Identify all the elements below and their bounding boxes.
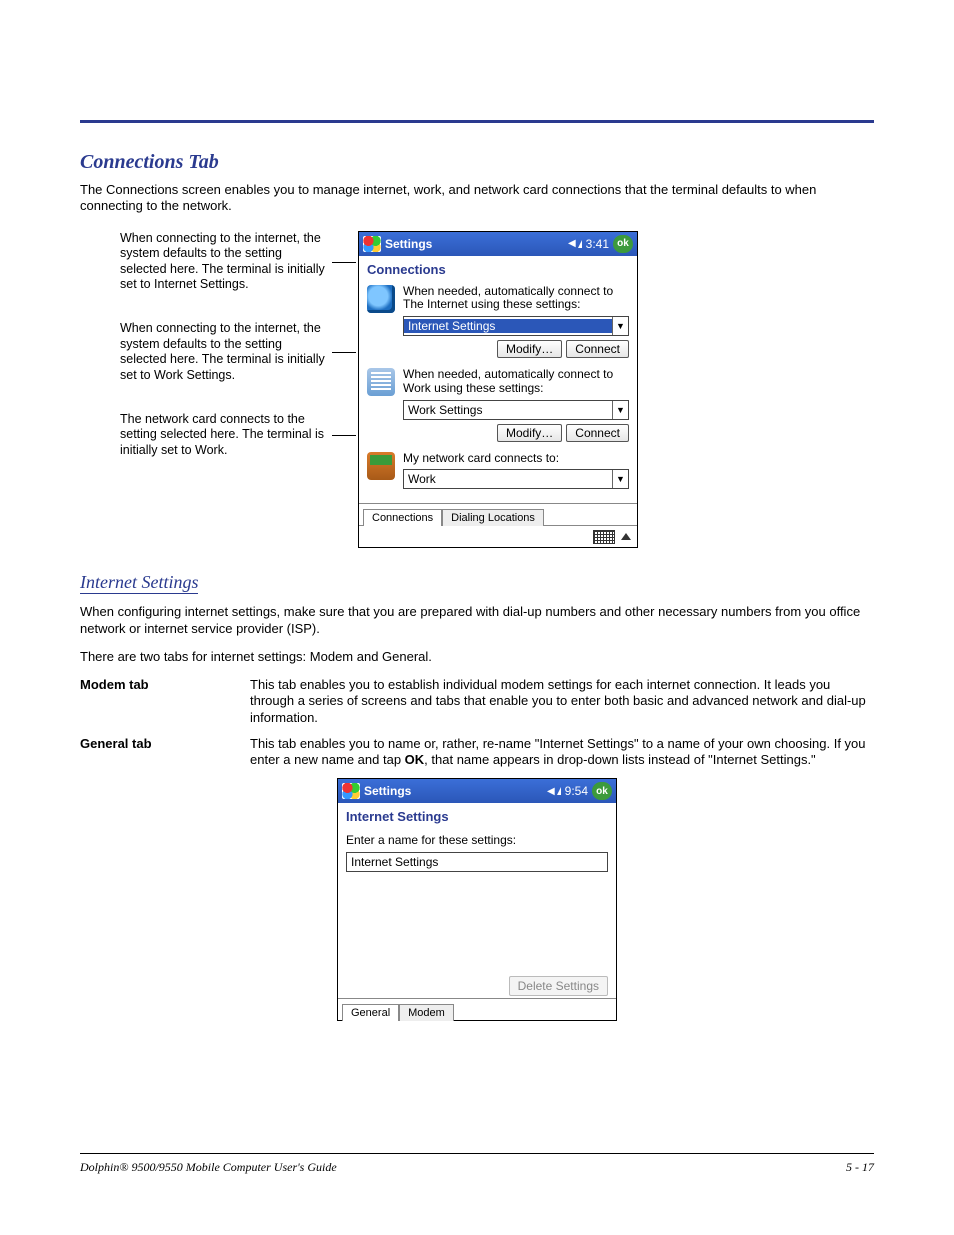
settings-name-input[interactable]: Internet Settings — [346, 852, 608, 872]
general-tab-term: General tab — [80, 736, 250, 769]
internet-dropdown[interactable]: Internet Settings ▼ — [403, 316, 629, 336]
connections-screenshot: Settings 3:41 ok Connections When needed… — [358, 231, 638, 549]
clock: 9:54 — [565, 784, 588, 798]
subsection-heading: Internet Settings — [80, 572, 198, 594]
internet-modify-button[interactable]: Modify… — [497, 340, 562, 358]
section-heading: Connections Tab — [80, 151, 874, 174]
page-number: 5 - 17 — [846, 1160, 874, 1175]
start-flag-icon[interactable] — [363, 236, 381, 252]
screen-title: Connections — [359, 256, 637, 281]
footer-title: Dolphin® 9500/9550 Mobile Computer User'… — [80, 1160, 337, 1175]
chevron-down-icon[interactable]: ▼ — [612, 401, 628, 419]
internet-settings-screenshot: Settings 9:54 ok Internet Settings Enter… — [337, 778, 617, 1021]
ok-button[interactable]: ok — [613, 235, 633, 253]
settings-name-value: Internet Settings — [351, 855, 438, 869]
start-flag-icon[interactable] — [342, 783, 360, 799]
work-modify-button[interactable]: Modify… — [497, 424, 562, 442]
work-label: When needed, automatically connect to Wo… — [403, 368, 629, 396]
work-icon — [367, 368, 395, 396]
chevron-down-icon[interactable]: ▼ — [612, 317, 628, 335]
signal-icon — [547, 786, 561, 797]
delete-settings-button[interactable]: Delete Settings — [509, 976, 608, 996]
screen-title: Internet Settings — [338, 803, 616, 828]
ok-button[interactable]: ok — [592, 782, 612, 800]
clock: 3:41 — [586, 237, 609, 251]
menu-up-icon[interactable] — [621, 533, 631, 540]
window-title: Settings — [385, 237, 564, 251]
tab-general[interactable]: General — [342, 1004, 399, 1021]
netcard-dropdown[interactable]: Work ▼ — [403, 469, 629, 489]
is-para1: When configuring internet settings, make… — [80, 604, 874, 637]
internet-dropdown-value: Internet Settings — [404, 319, 612, 333]
chevron-down-icon[interactable]: ▼ — [612, 470, 628, 488]
netcard-label: My network card connects to: — [403, 452, 629, 466]
callout-work: When connecting to the internet, the sys… — [120, 321, 330, 384]
work-connect-button[interactable]: Connect — [566, 424, 629, 442]
name-prompt: Enter a name for these settings: — [346, 834, 608, 848]
signal-icon — [568, 238, 582, 249]
modem-tab-term: Modem tab — [80, 677, 250, 726]
internet-icon — [367, 285, 395, 313]
netcard-dropdown-value: Work — [404, 472, 612, 486]
work-dropdown-value: Work Settings — [404, 403, 612, 417]
internet-label: When needed, automatically connect to Th… — [403, 285, 629, 313]
intro-paragraph: The Connections screen enables you to ma… — [80, 182, 874, 215]
internet-connect-button[interactable]: Connect — [566, 340, 629, 358]
tab-modem[interactable]: Modem — [399, 1004, 454, 1021]
network-card-icon — [367, 452, 395, 480]
tab-dialing-locations[interactable]: Dialing Locations — [442, 509, 544, 526]
general-tab-desc: This tab enables you to name or, rather,… — [250, 736, 874, 769]
modem-tab-desc: This tab enables you to establish indivi… — [250, 677, 874, 726]
callout-internet: When connecting to the internet, the sys… — [120, 231, 330, 294]
work-dropdown[interactable]: Work Settings ▼ — [403, 400, 629, 420]
callout-network-card: The network card connects to the setting… — [120, 412, 330, 459]
keyboard-icon[interactable] — [593, 530, 615, 544]
window-title: Settings — [364, 784, 543, 798]
is-para2: There are two tabs for internet settings… — [80, 649, 874, 665]
tab-connections[interactable]: Connections — [363, 509, 442, 526]
